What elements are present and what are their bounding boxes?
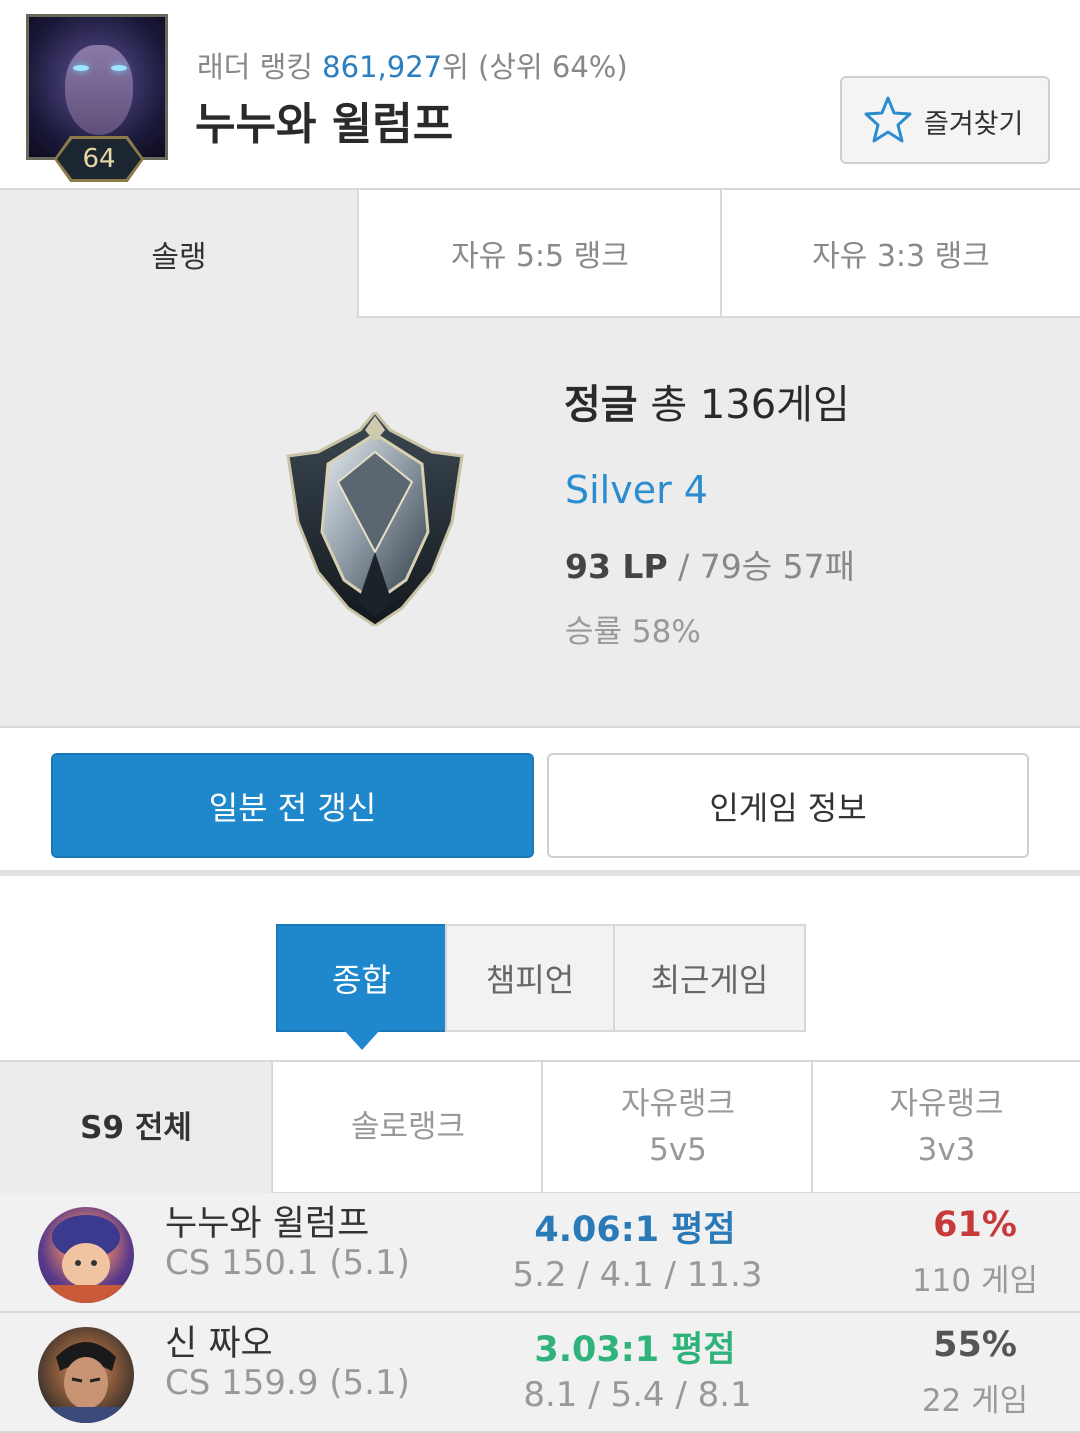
favorite-label: 즐겨찾기 xyxy=(924,109,1024,140)
tier-name: Silver 4 xyxy=(565,468,708,512)
champion-games: 110 게임 xyxy=(911,1263,1039,1299)
rank-summary: 정글 총 136게임 xyxy=(564,372,850,430)
ladder-label: 래더 랭킹 xyxy=(197,50,323,84)
champion-kda-ratio: 3.03:1 평점 xyxy=(534,1330,736,1370)
champion-cs: CS 150.1 (5.1) xyxy=(165,1243,410,1283)
tab-season-all-label: S9 전체 xyxy=(80,1110,192,1146)
nunu-icon xyxy=(38,1207,134,1303)
tab-flex-5v5[interactable]: 자유 5:5 랭크 xyxy=(357,190,721,318)
tab-overview[interactable]: 종합 xyxy=(276,924,447,1032)
action-bar: 일분 전 갱신 인게임 정보 xyxy=(0,728,1080,876)
champion-avg-kda: 8.1 / 5.4 / 8.1 xyxy=(523,1375,752,1415)
view-tabs: 종합 챔피언 최근게임 xyxy=(0,882,1080,1060)
favorite-button[interactable]: 즐겨찾기 xyxy=(840,76,1050,164)
league-points: 93 LP xyxy=(565,547,668,586)
tab-flex-3v3-label: 자유랭크 xyxy=(889,1086,1004,1122)
champion-name: 누누와 윌럼프 xyxy=(165,1204,370,1244)
ladder-ranking: 래더 랭킹 861,927위 (상위 64%) xyxy=(197,44,628,86)
rank-panel: 정글 총 136게임 Silver 4 93 LP / 79승 57패 승률 5… xyxy=(0,318,1080,728)
ladder-rank-value: 861,927 xyxy=(322,50,443,84)
tab-flex-5v5-mode: 5v5 xyxy=(649,1132,707,1168)
champion-cs: CS 159.9 (5.1) xyxy=(165,1363,410,1403)
main-position: 정글 xyxy=(564,382,638,428)
tab-solo-queue[interactable]: 솔로랭크 xyxy=(271,1062,543,1194)
champion-avg-kda: 5.2 / 4.1 / 11.3 xyxy=(512,1255,763,1295)
champion-kda-ratio: 4.06:1 평점 xyxy=(534,1210,736,1250)
tab-solo-rank[interactable]: 솔랭 xyxy=(0,190,358,318)
refresh-button[interactable]: 일분 전 갱신 xyxy=(51,753,534,858)
total-games: 총 136게임 xyxy=(637,382,850,428)
tab-champions[interactable]: 챔피언 xyxy=(445,924,615,1032)
season-filter-tabs: S9 전체 솔로랭크 자유랭크 5v5 자유랭크 3v3 xyxy=(0,1060,1080,1194)
win-loss-record: / 79승 57패 xyxy=(667,547,855,586)
tab-flex-5v5-label: 자유랭크 xyxy=(620,1086,736,1122)
rank-winrate: 승률 58% xyxy=(565,614,701,650)
summoner-name: 누누와 윌럼프 xyxy=(195,99,454,150)
queue-tabs: 솔랭 자유 5:5 랭크 자유 3:3 랭크 xyxy=(0,190,1080,318)
champion-row[interactable]: 신 짜오 CS 159.9 (5.1) 3.03:1 평점 8.1 / 5.4 … xyxy=(0,1313,1080,1433)
tab-recent-games[interactable]: 최근게임 xyxy=(613,924,806,1032)
tab-solo-queue-label: 솔로랭크 xyxy=(350,1109,466,1145)
ingame-info-button[interactable]: 인게임 정보 xyxy=(547,753,1029,858)
tab-flex-3v3[interactable]: 자유 3:3 랭크 xyxy=(720,190,1080,318)
champion-winrate: 55% xyxy=(933,1325,1017,1365)
champion-winrate: 61% xyxy=(933,1205,1017,1245)
level-value: 64 xyxy=(57,139,141,179)
lp-record: 93 LP / 79승 57패 xyxy=(565,540,855,588)
xinzhao-icon xyxy=(38,1327,134,1423)
tab-season-all[interactable]: S9 전체 xyxy=(0,1062,272,1194)
silver-tier-emblem xyxy=(286,412,464,626)
champion-row[interactable]: 누누와 윌럼프 CS 150.1 (5.1) 4.06:1 평점 5.2 / 4… xyxy=(0,1193,1080,1313)
level-badge: 64 xyxy=(54,136,144,182)
ladder-suffix: 위 (상위 64%) xyxy=(442,50,628,84)
profile-header: 64 래더 랭킹 861,927위 (상위 64%) 누누와 윌럼프 즐겨찾기 xyxy=(0,0,1080,190)
tab-flex-queue-5v5[interactable]: 자유랭크 5v5 xyxy=(541,1062,813,1194)
star-icon xyxy=(864,96,912,143)
tab-flex-queue-3v3[interactable]: 자유랭크 3v3 xyxy=(811,1062,1080,1194)
tab-flex-3v3-mode: 3v3 xyxy=(917,1132,976,1168)
active-tab-pointer xyxy=(344,1030,380,1050)
champion-name: 신 짜오 xyxy=(165,1324,273,1364)
champion-games: 22 게임 xyxy=(921,1383,1029,1419)
